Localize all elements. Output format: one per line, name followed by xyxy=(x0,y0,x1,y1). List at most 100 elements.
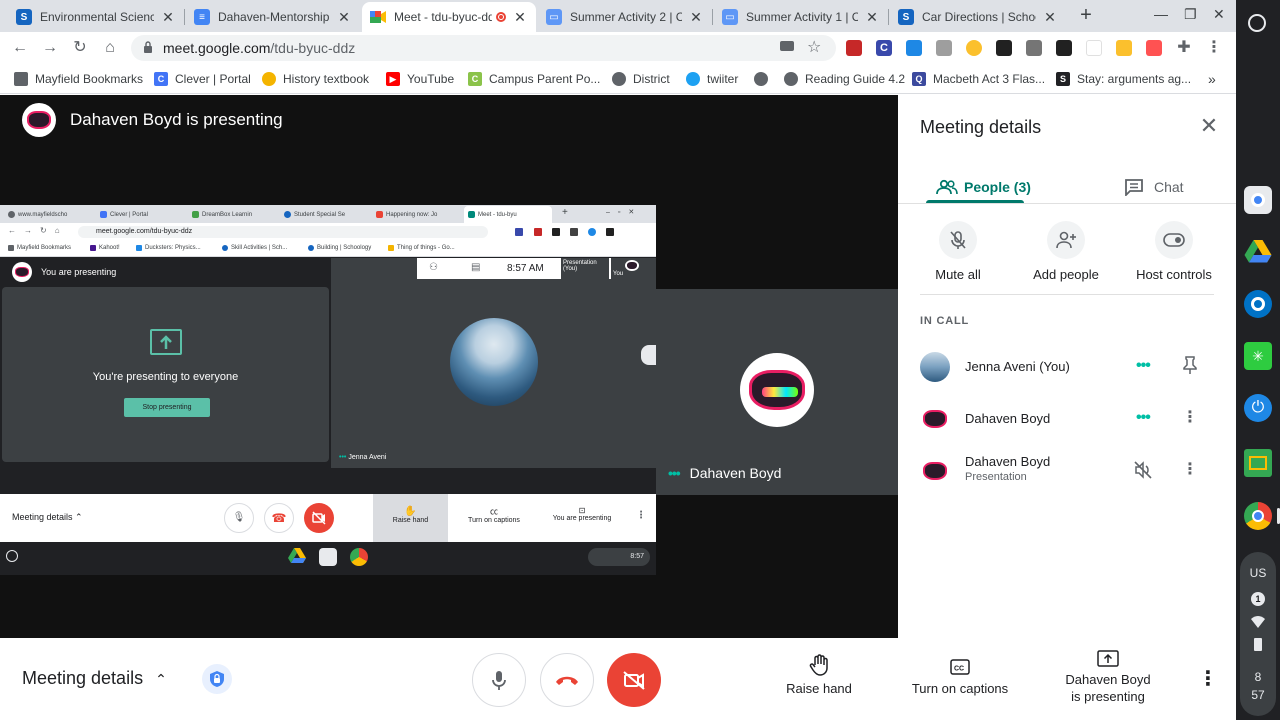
participant-row[interactable]: Jenna Aveni (You) ••• xyxy=(920,345,1220,389)
extensions-puzzle-icon[interactable]: ✚ xyxy=(1172,36,1196,60)
shared-meet-topbar: ⚇ ▤ 8:57 AM Presentation (You) You xyxy=(417,258,656,279)
extension-dark-icon[interactable] xyxy=(996,40,1012,56)
camera-app-icon[interactable] xyxy=(1244,186,1272,214)
more-options-icon[interactable]: ⋮ xyxy=(1182,408,1198,428)
close-tab-icon[interactable]: ✕ xyxy=(1042,9,1058,26)
extension-grey-icon[interactable] xyxy=(936,40,952,56)
shared-presenting-card: You're presenting to everyone Stop prese… xyxy=(2,287,329,462)
meet-icon xyxy=(370,9,386,25)
shared-tab: DreamBox Learnin xyxy=(188,206,276,223)
tab-environmental-science[interactable]: S Environmental Science ✕ xyxy=(8,2,184,32)
tab-separator xyxy=(712,9,713,25)
shared-more-icon: ⋮ xyxy=(636,510,646,521)
bookmark-item[interactable]: Q Macbeth Act 3 Flas... xyxy=(912,70,1045,88)
captions-button[interactable]: CC Turn on captions xyxy=(904,654,1016,696)
tab-chat[interactable]: Chat xyxy=(1124,171,1184,203)
security-shield-icon[interactable] xyxy=(202,664,232,694)
participant-avatar xyxy=(920,404,950,434)
participant-row[interactable]: Dahaven Boyd ••• ⋮ xyxy=(920,397,1220,441)
address-bar[interactable]: meet.google.com/tdu-byuc-ddz ☆ xyxy=(131,35,836,61)
restore-icon[interactable]: ❐ xyxy=(1184,6,1197,23)
close-panel-icon[interactable]: ✕ xyxy=(1198,115,1220,137)
extension-clever-icon[interactable]: C xyxy=(876,40,892,56)
classroom-app-icon[interactable] xyxy=(1244,449,1272,477)
extension-dn-icon[interactable] xyxy=(1056,40,1072,56)
globe-icon xyxy=(784,72,798,86)
forward-icon[interactable]: → xyxy=(38,36,62,60)
home-icon[interactable]: ⌂ xyxy=(98,36,122,60)
shared-bookmark: Building | Schoology xyxy=(308,245,371,251)
present-screen-icon xyxy=(1097,650,1119,667)
new-tab-button[interactable]: + xyxy=(1074,4,1098,28)
more-options-icon[interactable]: ⋮ xyxy=(1182,460,1198,480)
presenting-button[interactable]: Dahaven Boyd is presenting xyxy=(1052,650,1164,705)
pin-icon[interactable] xyxy=(1182,356,1198,376)
more-options-icon[interactable]: ⋮ xyxy=(1198,666,1218,691)
chrome-app-icon[interactable] xyxy=(1244,502,1272,530)
extension-face-icon[interactable] xyxy=(966,40,982,56)
bookmark-item[interactable]: Mayfield Bookmarks xyxy=(14,70,143,88)
speaking-dots-icon: ••• xyxy=(1136,409,1151,426)
close-tab-icon[interactable]: ✕ xyxy=(160,9,176,26)
google-drive-icon[interactable] xyxy=(1244,238,1272,266)
host-controls-button[interactable]: Host controls xyxy=(1124,221,1224,282)
shared-bookmarks: Mayfield Bookmarks Kahoot! Ducksters: Ph… xyxy=(0,241,656,257)
shared-mic-icon: 🎙 xyxy=(224,503,254,533)
extension-red-icon[interactable] xyxy=(846,40,862,56)
tab-summer-activity-1[interactable]: ▭ Summer Activity 1 | Co ✕ xyxy=(714,2,888,32)
browser-menu-icon[interactable]: ⋮ xyxy=(1202,36,1226,60)
tab-meet[interactable]: Meet - tdu-byuc-dd ✕ xyxy=(362,2,536,32)
add-people-button[interactable]: Add people xyxy=(1016,221,1116,282)
dahaven-avatar xyxy=(740,353,814,427)
extension-yellow-icon[interactable] xyxy=(1116,40,1132,56)
participant-subtitle: Presentation xyxy=(965,471,1027,483)
bookmark-item[interactable]: S Stay: arguments ag... xyxy=(1056,70,1191,88)
bookmark-item[interactable]: twiiter xyxy=(686,70,738,88)
presenter-avatar xyxy=(22,103,56,137)
shared-tab-title: DreamBox Learnin xyxy=(202,211,253,218)
bookmark-item[interactable]: ▶ YouTube xyxy=(386,70,454,88)
launcher-icon[interactable] xyxy=(1248,14,1266,32)
power-app-icon[interactable]: ⏻ xyxy=(1244,394,1272,422)
extension-cast-icon[interactable] xyxy=(1146,40,1162,56)
bookmark-item[interactable]: C Clever | Portal xyxy=(154,70,251,88)
reload-icon[interactable]: ↻ xyxy=(68,36,92,60)
close-tab-icon[interactable]: ✕ xyxy=(512,9,528,26)
tab-mentorship-doc[interactable]: ≡ Dahaven-Mentorship P ✕ xyxy=(186,2,360,32)
bookmark-item[interactable]: Reading Guide 4.2 xyxy=(784,70,905,88)
tab-summer-activity-2[interactable]: ▭ Summer Activity 2 | Co ✕ xyxy=(538,2,712,32)
url-path: /tdu-byuc-ddz xyxy=(270,40,356,56)
close-tab-icon[interactable]: ✕ xyxy=(688,9,704,26)
minimize-icon[interactable]: — xyxy=(1154,6,1168,22)
mute-all-button[interactable]: Mute all xyxy=(908,221,1008,282)
participant-row[interactable]: Dahaven Boyd Presentation ⋮ xyxy=(920,449,1220,493)
back-icon[interactable]: ← xyxy=(8,36,32,60)
shared-bookmark-label: Ducksters: Physics... xyxy=(145,245,201,251)
camera-indicator-icon[interactable] xyxy=(780,41,794,51)
close-window-icon[interactable]: ✕ xyxy=(1213,6,1225,23)
shared-tab: www.mayfieldscho xyxy=(4,206,92,223)
status-tray[interactable]: US 1 8 57 xyxy=(1240,552,1276,716)
camera-off-button[interactable] xyxy=(607,653,661,707)
extension-scissors-icon[interactable] xyxy=(1086,40,1102,56)
tab-people[interactable]: People (3) xyxy=(936,171,1031,203)
raise-hand-button[interactable]: Raise hand xyxy=(780,654,858,696)
bookmark-star-icon[interactable]: ☆ xyxy=(807,37,821,57)
tab-car-directions[interactable]: S Car Directions | Schoo ✕ xyxy=(890,2,1066,32)
green-app-icon[interactable]: ✳ xyxy=(1244,342,1272,370)
bookmark-label: History textbook xyxy=(283,72,370,86)
extension-screen-icon[interactable] xyxy=(1026,40,1042,56)
bookmark-item[interactable]: C Campus Parent Po... xyxy=(468,70,600,88)
bookmark-item[interactable] xyxy=(754,70,775,88)
bookmark-item[interactable]: History textbook xyxy=(262,70,369,88)
close-tab-icon[interactable]: ✕ xyxy=(864,9,880,26)
outlook-icon[interactable] xyxy=(1244,290,1272,318)
bookmarks-overflow-icon[interactable]: » xyxy=(1208,70,1216,88)
microphone-button[interactable] xyxy=(472,653,526,707)
extension-wsg-icon[interactable] xyxy=(906,40,922,56)
close-tab-icon[interactable]: ✕ xyxy=(336,9,352,26)
leave-call-button[interactable] xyxy=(540,653,594,707)
meeting-details-button[interactable]: Meeting details ⌃ xyxy=(22,668,167,689)
bookmark-item[interactable]: District xyxy=(612,70,670,88)
shared-ext-icon xyxy=(552,228,560,236)
